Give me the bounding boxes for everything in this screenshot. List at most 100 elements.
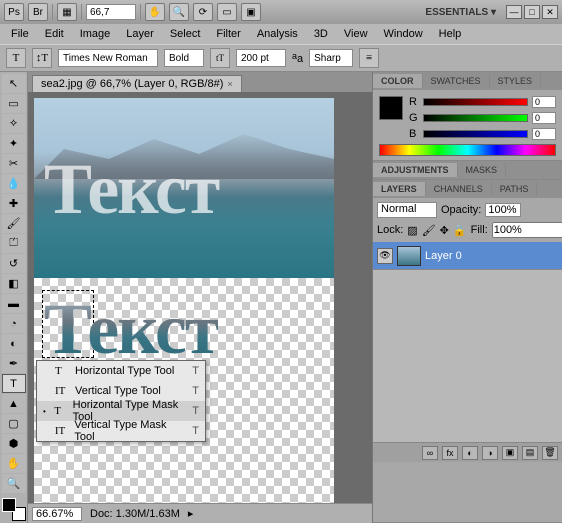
r-slider[interactable] [423, 98, 528, 106]
arrange-icon[interactable]: ▭ [217, 3, 237, 21]
b-value[interactable] [532, 128, 556, 140]
lock-transparent-icon[interactable]: ▨ [407, 224, 417, 237]
tab-color[interactable]: COLOR [373, 74, 423, 88]
text-orientation-icon[interactable]: ↕T [32, 48, 52, 68]
menu-view[interactable]: View [337, 26, 375, 42]
menu-file[interactable]: File [4, 26, 36, 42]
adjustment-layer-icon[interactable]: ◑ [482, 446, 498, 460]
status-arrow-icon[interactable]: ▸ [188, 507, 194, 520]
g-slider[interactable] [423, 114, 528, 122]
menu-3d[interactable]: 3D [307, 26, 335, 42]
close-tab-icon[interactable]: × [227, 79, 232, 89]
lasso-tool[interactable]: ⟡ [2, 114, 26, 133]
tab-adjustments[interactable]: ADJUSTMENTS [373, 163, 458, 177]
flyout-vertical-type-mask[interactable]: IT Vertical Type Mask Tool T [37, 421, 205, 441]
type-tool-preset-icon[interactable]: T [6, 48, 26, 68]
lock-label: Lock: [377, 224, 403, 236]
layer-style-icon[interactable]: fx [442, 446, 458, 460]
menu-edit[interactable]: Edit [38, 26, 71, 42]
menu-image[interactable]: Image [73, 26, 118, 42]
flyout-horizontal-type[interactable]: T Horizontal Type Tool T [37, 361, 205, 381]
align-left-icon[interactable]: ≡ [359, 48, 379, 68]
lock-position-icon[interactable]: ✥ [440, 224, 449, 237]
font-family-select[interactable]: Times New Roman [58, 49, 158, 67]
tab-swatches[interactable]: SWATCHES [423, 74, 490, 88]
visibility-icon[interactable]: 👁 [377, 248, 393, 264]
tab-masks[interactable]: MASKS [458, 163, 507, 177]
3d-tool[interactable]: ⬢ [2, 434, 26, 453]
gradient-tool[interactable]: ▬ [2, 294, 26, 313]
delete-layer-icon[interactable]: 🗑 [542, 446, 558, 460]
color-panel-swatch[interactable] [379, 96, 403, 120]
layer-mask-icon[interactable]: ◐ [462, 446, 478, 460]
close-button[interactable]: ✕ [542, 5, 558, 19]
layer-row[interactable]: 👁 Layer 0 [373, 242, 562, 270]
history-brush-tool[interactable]: ↺ [2, 254, 26, 273]
menu-filter[interactable]: Filter [209, 26, 247, 42]
document-tab[interactable]: sea2.jpg @ 66,7% (Layer 0, RGB/8#) × [32, 75, 242, 92]
tab-layers[interactable]: LAYERS [373, 182, 426, 196]
lock-all-icon[interactable]: 🔒 [453, 224, 467, 237]
b-slider[interactable] [423, 130, 528, 138]
blend-mode-select[interactable]: Normal [377, 202, 437, 218]
healing-tool[interactable]: ✚ [2, 194, 26, 213]
brush-tool[interactable]: 🖌 [2, 214, 26, 233]
r-value[interactable] [532, 96, 556, 108]
move-tool[interactable]: ↖ [2, 74, 26, 93]
spectrum-ramp[interactable] [379, 144, 556, 156]
font-weight-select[interactable]: Bold [164, 49, 204, 67]
foreground-color-swatch[interactable] [2, 498, 16, 512]
menu-select[interactable]: Select [163, 26, 208, 42]
adjustments-panel: ADJUSTMENTS MASKS [373, 161, 562, 180]
anti-alias-select[interactable]: Sharp [309, 49, 353, 67]
tab-channels[interactable]: CHANNELS [426, 182, 492, 196]
workspace-switcher[interactable]: ESSENTIALS ▾ [419, 5, 502, 20]
layer-thumbnail[interactable] [397, 246, 421, 266]
hand-tool[interactable]: ✋ [2, 454, 26, 473]
layer-name[interactable]: Layer 0 [425, 250, 462, 262]
color-swatches[interactable] [2, 498, 26, 521]
zoom-input[interactable] [86, 4, 136, 20]
path-select-tool[interactable]: ▲ [2, 394, 26, 413]
pen-tool[interactable]: ✒ [2, 354, 26, 373]
menu-layer[interactable]: Layer [119, 26, 161, 42]
tab-styles[interactable]: STYLES [490, 74, 542, 88]
font-size-select[interactable]: 200 pt [236, 49, 286, 67]
minimize-button[interactable]: — [506, 5, 522, 19]
dodge-tool[interactable]: ◐ [2, 334, 26, 353]
menu-window[interactable]: Window [377, 26, 430, 42]
app-icon[interactable]: Ps [4, 3, 24, 21]
new-layer-icon[interactable]: ▤ [522, 446, 538, 460]
zoom-icon[interactable]: 🔍 [169, 3, 189, 21]
eraser-tool[interactable]: ◧ [2, 274, 26, 293]
hand-icon[interactable]: ✋ [145, 3, 165, 21]
stamp-tool[interactable]: ⏍ [2, 234, 26, 253]
rotate-view-icon[interactable]: ⟳ [193, 3, 213, 21]
crop-tool[interactable]: ✂ [2, 154, 26, 173]
opacity-input[interactable] [485, 203, 521, 217]
g-value[interactable] [532, 112, 556, 124]
options-bar: T ↕T Times New Roman Bold tT 200 pt aa S… [0, 44, 562, 72]
link-layers-icon[interactable]: ∞ [422, 446, 438, 460]
status-zoom-input[interactable] [32, 507, 82, 521]
shape-tool[interactable]: ▢ [2, 414, 26, 433]
type-tool[interactable]: T [2, 374, 26, 393]
zoom-tool[interactable]: 🔍 [2, 474, 26, 493]
tab-paths[interactable]: PATHS [492, 182, 538, 196]
blur-tool[interactable]: ◔ [2, 314, 26, 333]
main-text-layer: Текст [44, 148, 218, 231]
lock-pixels-icon[interactable]: 🖌 [422, 224, 436, 237]
screen-mode-icon[interactable]: ▣ [241, 3, 261, 21]
flyout-vertical-type[interactable]: IT Vertical Type Tool T [37, 381, 205, 401]
marquee-tool[interactable]: ▭ [2, 94, 26, 113]
menu-help[interactable]: Help [432, 26, 469, 42]
eyedropper-tool[interactable]: 💧 [2, 174, 26, 193]
maximize-button[interactable]: □ [524, 5, 540, 19]
fill-input[interactable] [492, 222, 562, 238]
bridge-icon[interactable]: Br [28, 3, 48, 21]
flyout-horizontal-type-mask[interactable]: • T Horizontal Type Mask Tool T [37, 401, 205, 421]
quick-select-tool[interactable]: ✦ [2, 134, 26, 153]
group-icon[interactable]: ▣ [502, 446, 518, 460]
menu-analysis[interactable]: Analysis [250, 26, 305, 42]
view-extras-icon[interactable]: ▦ [57, 3, 77, 21]
